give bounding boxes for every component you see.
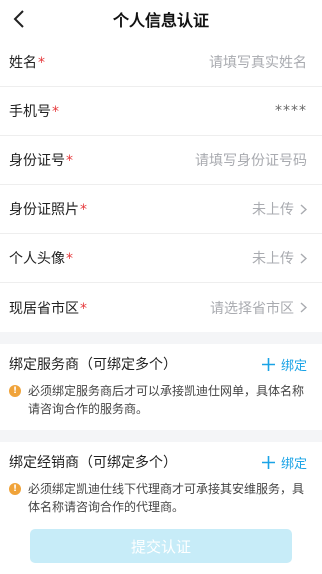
service-provider-section: 绑定服务商（可绑定多个） 绑定 ! 必须绑定服务商后才可以承接凯迪仕网单，具体名… — [0, 344, 322, 430]
info-form: 姓名* 请填写真实姓名 手机号* **** 身份证号* 请填写身份证号码 身份证… — [0, 38, 322, 332]
required-mark: * — [80, 300, 87, 317]
field-label: 现居省市区* — [9, 300, 87, 317]
region-field[interactable]: 现居省市区* 请选择省市区 — [0, 283, 322, 332]
distributor-section: 绑定经销商（可绑定多个） 绑定 ! 必须绑定凯迪仕线下代理商才可承接其安维服务，… — [0, 442, 322, 528]
field-label: 个人头像* — [9, 251, 73, 267]
field-label: 身份证号* — [9, 153, 73, 169]
phone-field: 手机号* **** — [0, 87, 322, 136]
field-label: 身份证照片* — [9, 202, 87, 218]
id-photo-status[interactable]: 未上传 — [252, 199, 307, 219]
bind-distributor-button[interactable]: 绑定 — [261, 453, 307, 472]
chevron-right-icon — [300, 252, 307, 264]
chevron-right-icon — [300, 203, 307, 215]
field-label: 手机号* — [9, 104, 59, 120]
chevron-right-icon — [300, 302, 307, 313]
submit-button[interactable]: 提交认证 — [30, 529, 292, 563]
required-mark: * — [80, 202, 87, 218]
plus-icon — [261, 455, 275, 469]
plus-icon — [261, 357, 275, 371]
section-title: 绑定经销商（可绑定多个） — [9, 455, 177, 471]
avatar-field[interactable]: 个人头像* 未上传 — [0, 234, 322, 283]
id-number-field[interactable]: 身份证号* 请填写身份证号码 — [0, 136, 322, 185]
warning-icon: ! — [9, 483, 21, 495]
bind-service-provider-button[interactable]: 绑定 — [261, 355, 307, 374]
page-title: 个人信息认证 — [112, 11, 209, 30]
field-label: 姓名* — [9, 55, 45, 71]
region-select[interactable]: 请选择省市区 — [210, 298, 307, 318]
id-photo-field[interactable]: 身份证照片* 未上传 — [0, 185, 322, 234]
footer-bar: 提交认证 — [0, 518, 322, 574]
name-input[interactable]: 请填写真实姓名 — [209, 52, 307, 72]
required-mark: * — [38, 55, 45, 71]
warning-icon: ! — [9, 385, 21, 397]
distributor-notice: ! 必须绑定凯迪仕线下代理商才可承接其安维服务，具体名称请咨询合作的代理商。 — [9, 480, 307, 516]
avatar-status[interactable]: 未上传 — [252, 248, 307, 268]
section-title: 绑定服务商（可绑定多个） — [9, 357, 177, 373]
id-number-input[interactable]: 请填写身份证号码 — [195, 150, 307, 170]
required-mark: * — [52, 104, 59, 120]
back-icon[interactable] — [8, 8, 30, 30]
phone-value: **** — [275, 103, 307, 119]
required-mark: * — [66, 153, 73, 169]
required-mark: * — [66, 251, 73, 267]
nav-header: 个人信息认证 — [0, 0, 322, 38]
service-provider-notice: ! 必须绑定服务商后才可以承接凯迪仕网单，具体名称请咨询合作的服务商。 — [9, 382, 307, 418]
name-field[interactable]: 姓名* 请填写真实姓名 — [0, 38, 322, 87]
